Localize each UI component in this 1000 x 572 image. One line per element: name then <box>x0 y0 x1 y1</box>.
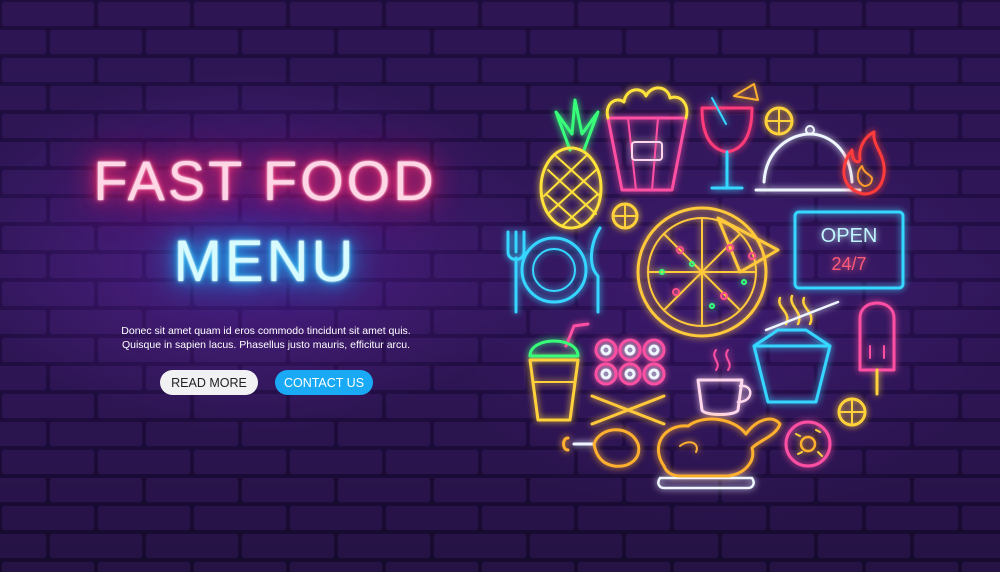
donut-icon <box>784 420 832 468</box>
chopsticks-icon <box>590 394 666 426</box>
plate-cutlery-icon <box>506 226 602 314</box>
pizza-icon <box>636 206 780 338</box>
open-sign-text: OPEN <box>821 225 878 247</box>
chicken-leg-icon <box>562 428 641 468</box>
banner: FAST FOOD MENU Donec sit amet quam id er… <box>0 0 1000 572</box>
open-sign-icon: OPEN 24/7 <box>793 210 905 290</box>
food-icons-cluster: OPEN 24/7 <box>506 83 905 490</box>
popcorn-icon <box>605 86 689 192</box>
coffee-cup-icon <box>696 349 752 416</box>
cocktail-icon <box>700 83 759 190</box>
sushi-icon <box>594 338 666 386</box>
pineapple-icon <box>539 98 603 230</box>
roast-chicken-icon <box>657 417 782 490</box>
open-sign-hours: 24/7 <box>831 254 866 274</box>
noodles-box-icon <box>752 294 840 404</box>
soda-cup-icon <box>528 322 590 422</box>
popsicle-icon <box>858 301 896 396</box>
